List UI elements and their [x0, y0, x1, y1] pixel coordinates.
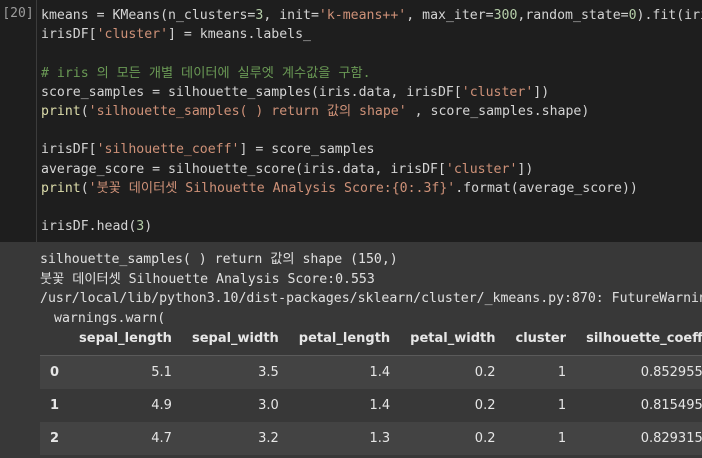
- code-token: score_samples = silhouette_samples(iris.…: [41, 84, 462, 100]
- table-cell: 5.1: [151, 365, 172, 380]
- table-header-row: sepal_length sepal_width petal_length pe…: [40, 322, 702, 356]
- code-token: '붓꽃 데이터셋 Silhouette Analysis Score:{0:.3…: [88, 180, 456, 196]
- table-cell: 3.2: [258, 431, 279, 446]
- code-line: score_samples = silhouette_samples(iris.…: [41, 83, 702, 102]
- code-token: , init=: [263, 8, 319, 23]
- table-cell: 1: [557, 431, 567, 446]
- table-cell: 1.3: [369, 431, 391, 446]
- code-token: # iris 의 모든 개별 데이터에 실루엣 계수값을 구함.: [41, 65, 371, 81]
- table-cell: 0.852955: [640, 365, 702, 380]
- code-line: print('silhouette_samples( ) return 값의 s…: [41, 102, 702, 121]
- code-editor[interactable]: kmeans = KMeans(n_clusters=3, init='k-me…: [36, 0, 702, 242]
- table-row: 0 5.1 3.5 1.4 0.2 1 0.852955: [40, 355, 702, 389]
- table-cell: 1: [557, 398, 567, 413]
- column-header: sepal_width: [181, 322, 289, 356]
- stdout-line-shape: silhouette_samples( ) return 값의 shape (1…: [40, 252, 398, 267]
- code-token: ]): [517, 161, 534, 177]
- code-token: (: [80, 180, 89, 196]
- row-index: 2: [50, 431, 60, 446]
- code-line: average_score = silhouette_score(iris.da…: [41, 160, 702, 179]
- table-cell: 3.0: [258, 398, 279, 413]
- code-lines: kmeans = KMeans(n_clusters=3, init='k-me…: [37, 0, 702, 236]
- table-cell: 3.5: [258, 365, 279, 380]
- table-row: 2 4.7 3.2 1.3 0.2 1 0.829315: [40, 422, 702, 455]
- code-token: 'cluster': [445, 161, 518, 177]
- code-token: 'cluster': [96, 27, 169, 43]
- code-token: (: [80, 103, 89, 119]
- column-header: cluster: [505, 322, 577, 356]
- column-header: petal_width: [400, 322, 506, 356]
- code-token: irisDF.head(: [41, 219, 137, 235]
- code-token: ,random_state=: [517, 8, 629, 23]
- column-header: silhouette_coeff: [576, 322, 702, 356]
- code-token: 'silhouette_coeff': [96, 142, 240, 158]
- code-token: 'k-means++': [318, 8, 407, 23]
- row-index: 1: [50, 398, 60, 413]
- code-line: irisDF['silhouette_coeff'] = score_sampl…: [41, 140, 702, 159]
- table-cell: 0.2: [474, 431, 496, 446]
- code-token: ] = score_samples: [239, 142, 375, 158]
- table-cell: 0.815495: [640, 398, 702, 413]
- table-cell: 0.829315: [640, 431, 702, 446]
- code-token: ): [144, 219, 153, 235]
- table-cell: 1.4: [369, 365, 391, 380]
- code-line: print('붓꽃 데이터셋 Silhouette Analysis Score…: [41, 179, 702, 198]
- code-token: ] = kmeans.labels_: [168, 27, 311, 43]
- code-line: irisDF.head(3): [41, 217, 702, 236]
- code-token: .format(average_score)): [455, 180, 638, 196]
- code-token: average_score = silhouette_score(iris.da…: [41, 161, 446, 177]
- row-index: 0: [50, 365, 60, 380]
- column-header: sepal_length: [69, 322, 182, 356]
- table-cell: 0.2: [474, 365, 496, 380]
- code-token: kmeans = KMeans(n_clusters=: [41, 8, 256, 23]
- dataframe-table: sepal_length sepal_width petal_length pe…: [40, 322, 702, 455]
- stdout-line-score: 붓꽃 데이터셋 Silhouette Analysis Score:0.553: [40, 271, 375, 287]
- table-cell: 0.2: [474, 398, 496, 413]
- code-token: , max_iter=: [406, 8, 494, 23]
- code-token: 0: [628, 8, 637, 23]
- table-cell: 1.4: [369, 398, 391, 413]
- table-cell: 4.9: [151, 398, 172, 413]
- stderr-line-warning: /usr/local/lib/python3.10/dist-packages/…: [40, 291, 702, 306]
- table-row: 1 4.9 3.0 1.4 0.2 1 0.815495: [40, 389, 702, 422]
- code-token: print: [41, 180, 81, 196]
- code-token: print: [41, 103, 81, 119]
- code-line: # iris 의 모든 개별 데이터에 실루엣 계수값을 구함.: [41, 64, 702, 83]
- code-line: kmeans = KMeans(n_clusters=3, init='k-me…: [41, 6, 702, 25]
- index-header: [40, 322, 70, 356]
- table-cell: 1: [557, 365, 567, 380]
- execution-count: [20]: [2, 6, 34, 21]
- cell-output: silhouette_samples( ) return 값의 shape (1…: [0, 242, 702, 458]
- code-token: 300: [493, 8, 518, 23]
- code-token: irisDF[: [41, 27, 97, 43]
- code-line: irisDF['cluster'] = kmeans.labels_: [41, 25, 702, 44]
- code-token: 'cluster': [461, 84, 534, 100]
- code-token: , score_samples.shape): [406, 103, 590, 119]
- table-cell: 4.7: [151, 431, 172, 446]
- code-token: ]): [533, 84, 550, 100]
- column-header: petal_length: [288, 322, 401, 356]
- stdout-stream: silhouette_samples( ) return 값의 shape (1…: [0, 242, 702, 328]
- code-cell[interactable]: [20] kmeans = KMeans(n_clusters=3, init=…: [0, 0, 702, 242]
- code-token: irisDF[: [41, 142, 97, 158]
- code-token: ).fit(irisDF): [636, 8, 702, 23]
- code-token: 'silhouette_samples( ) return 값의 shape': [88, 103, 407, 119]
